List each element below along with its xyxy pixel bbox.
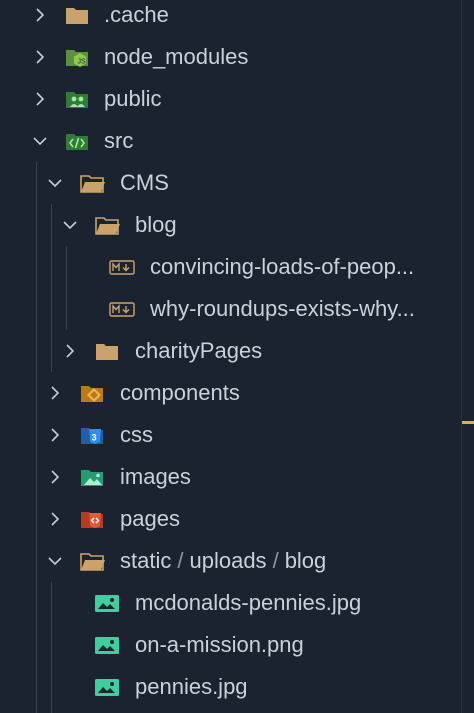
tree-item-cache[interactable]: .cache [0,0,462,36]
folder-open-icon [79,172,105,194]
src-folder-icon [64,130,90,152]
chevron-right-icon[interactable] [32,91,48,107]
chevron-down-icon[interactable] [62,217,78,233]
chevron-right-icon[interactable] [32,7,48,23]
tree-item-label: on-a-mission.png [135,632,304,657]
tree-item-cms[interactable]: CMS [0,162,462,204]
tree-item-label: public [104,86,162,111]
folder-open-icon [94,214,120,236]
images-folder-icon [79,466,105,488]
tree-item-charity-pages[interactable]: charityPages [0,330,462,372]
chevron-right-icon[interactable] [47,385,63,401]
tree-item-label: components [120,380,240,405]
tree-item-label: pages [120,506,180,531]
tree-item-public[interactable]: public [0,78,462,120]
chevron-right-icon[interactable] [47,511,63,527]
chevron-down-icon[interactable] [47,175,63,191]
folder-open-icon [79,550,105,572]
folder-icon [64,4,90,26]
markdown-icon [109,256,135,278]
path-separator: / [272,548,279,573]
tree-item-images[interactable]: images [0,456,462,498]
tree-item-markdown-file[interactable]: why-roundups-exists-why... [0,288,462,330]
svg-text:3: 3 [92,433,97,443]
pages-folder-icon [79,508,105,530]
tree-item-css[interactable]: 3 css [0,414,462,456]
tree-item-image-file[interactable]: mcdonalds-pennies.jpg [0,582,462,624]
chevron-down-icon[interactable] [47,553,63,569]
compact-folder-path: static / uploads / blog [120,540,326,582]
tree-item-src[interactable]: src [0,120,462,162]
image-file-icon [94,634,120,656]
tree-item-image-file[interactable]: on-a-mission.png [0,624,462,666]
chevron-right-icon[interactable] [47,469,63,485]
tree-item-label: mcdonalds-pennies.jpg [135,590,362,615]
css-folder-icon: 3 [79,424,105,446]
tree-item-label: node_modules [104,44,249,69]
tree-item-label: convincing-loads-of-peop... [150,254,415,279]
tree-item-blog[interactable]: blog [0,204,462,246]
tree-item-label: css [120,422,153,447]
tree-item-label: images [120,464,191,489]
path-separator: / [177,548,184,573]
tree-item-label: charityPages [135,338,263,363]
scrollbar-marker [462,421,474,424]
tree-item-label: pennies.jpg [135,674,248,699]
chevron-right-icon[interactable] [32,49,48,65]
tree-item-static-uploads-blog[interactable]: static / uploads / blog [0,540,462,582]
chevron-right-icon[interactable] [62,343,78,359]
tree-item-pages[interactable]: pages [0,498,462,540]
tree-item-label: CMS [120,170,169,195]
scrollbar[interactable] [461,0,474,713]
tree-item-markdown-file[interactable]: convincing-loads-of-peop... [0,246,462,288]
file-explorer-tree: .cache JS node_modules public src CMS bl… [0,0,462,713]
path-segment-static[interactable]: static [120,548,171,573]
svg-text:JS: JS [78,59,87,66]
image-file-icon [94,592,120,614]
tree-item-label: .cache [104,2,169,27]
tree-item-node-modules[interactable]: JS node_modules [0,36,462,78]
folder-icon [94,340,120,362]
chevron-right-icon[interactable] [47,427,63,443]
node-folder-icon: JS [64,46,90,68]
path-segment-blog[interactable]: blog [285,548,327,573]
chevron-down-icon[interactable] [32,133,48,149]
components-folder-icon [79,382,105,404]
image-file-icon [94,676,120,698]
path-segment-uploads[interactable]: uploads [189,548,266,573]
tree-item-components[interactable]: components [0,372,462,414]
tree-item-label: blog [135,212,177,237]
markdown-icon [109,298,135,320]
tree-item-label: why-roundups-exists-why... [150,296,415,321]
tree-item-image-file[interactable]: pennies.jpg [0,666,462,708]
public-folder-icon [64,88,90,110]
tree-item-label: src [104,128,134,153]
